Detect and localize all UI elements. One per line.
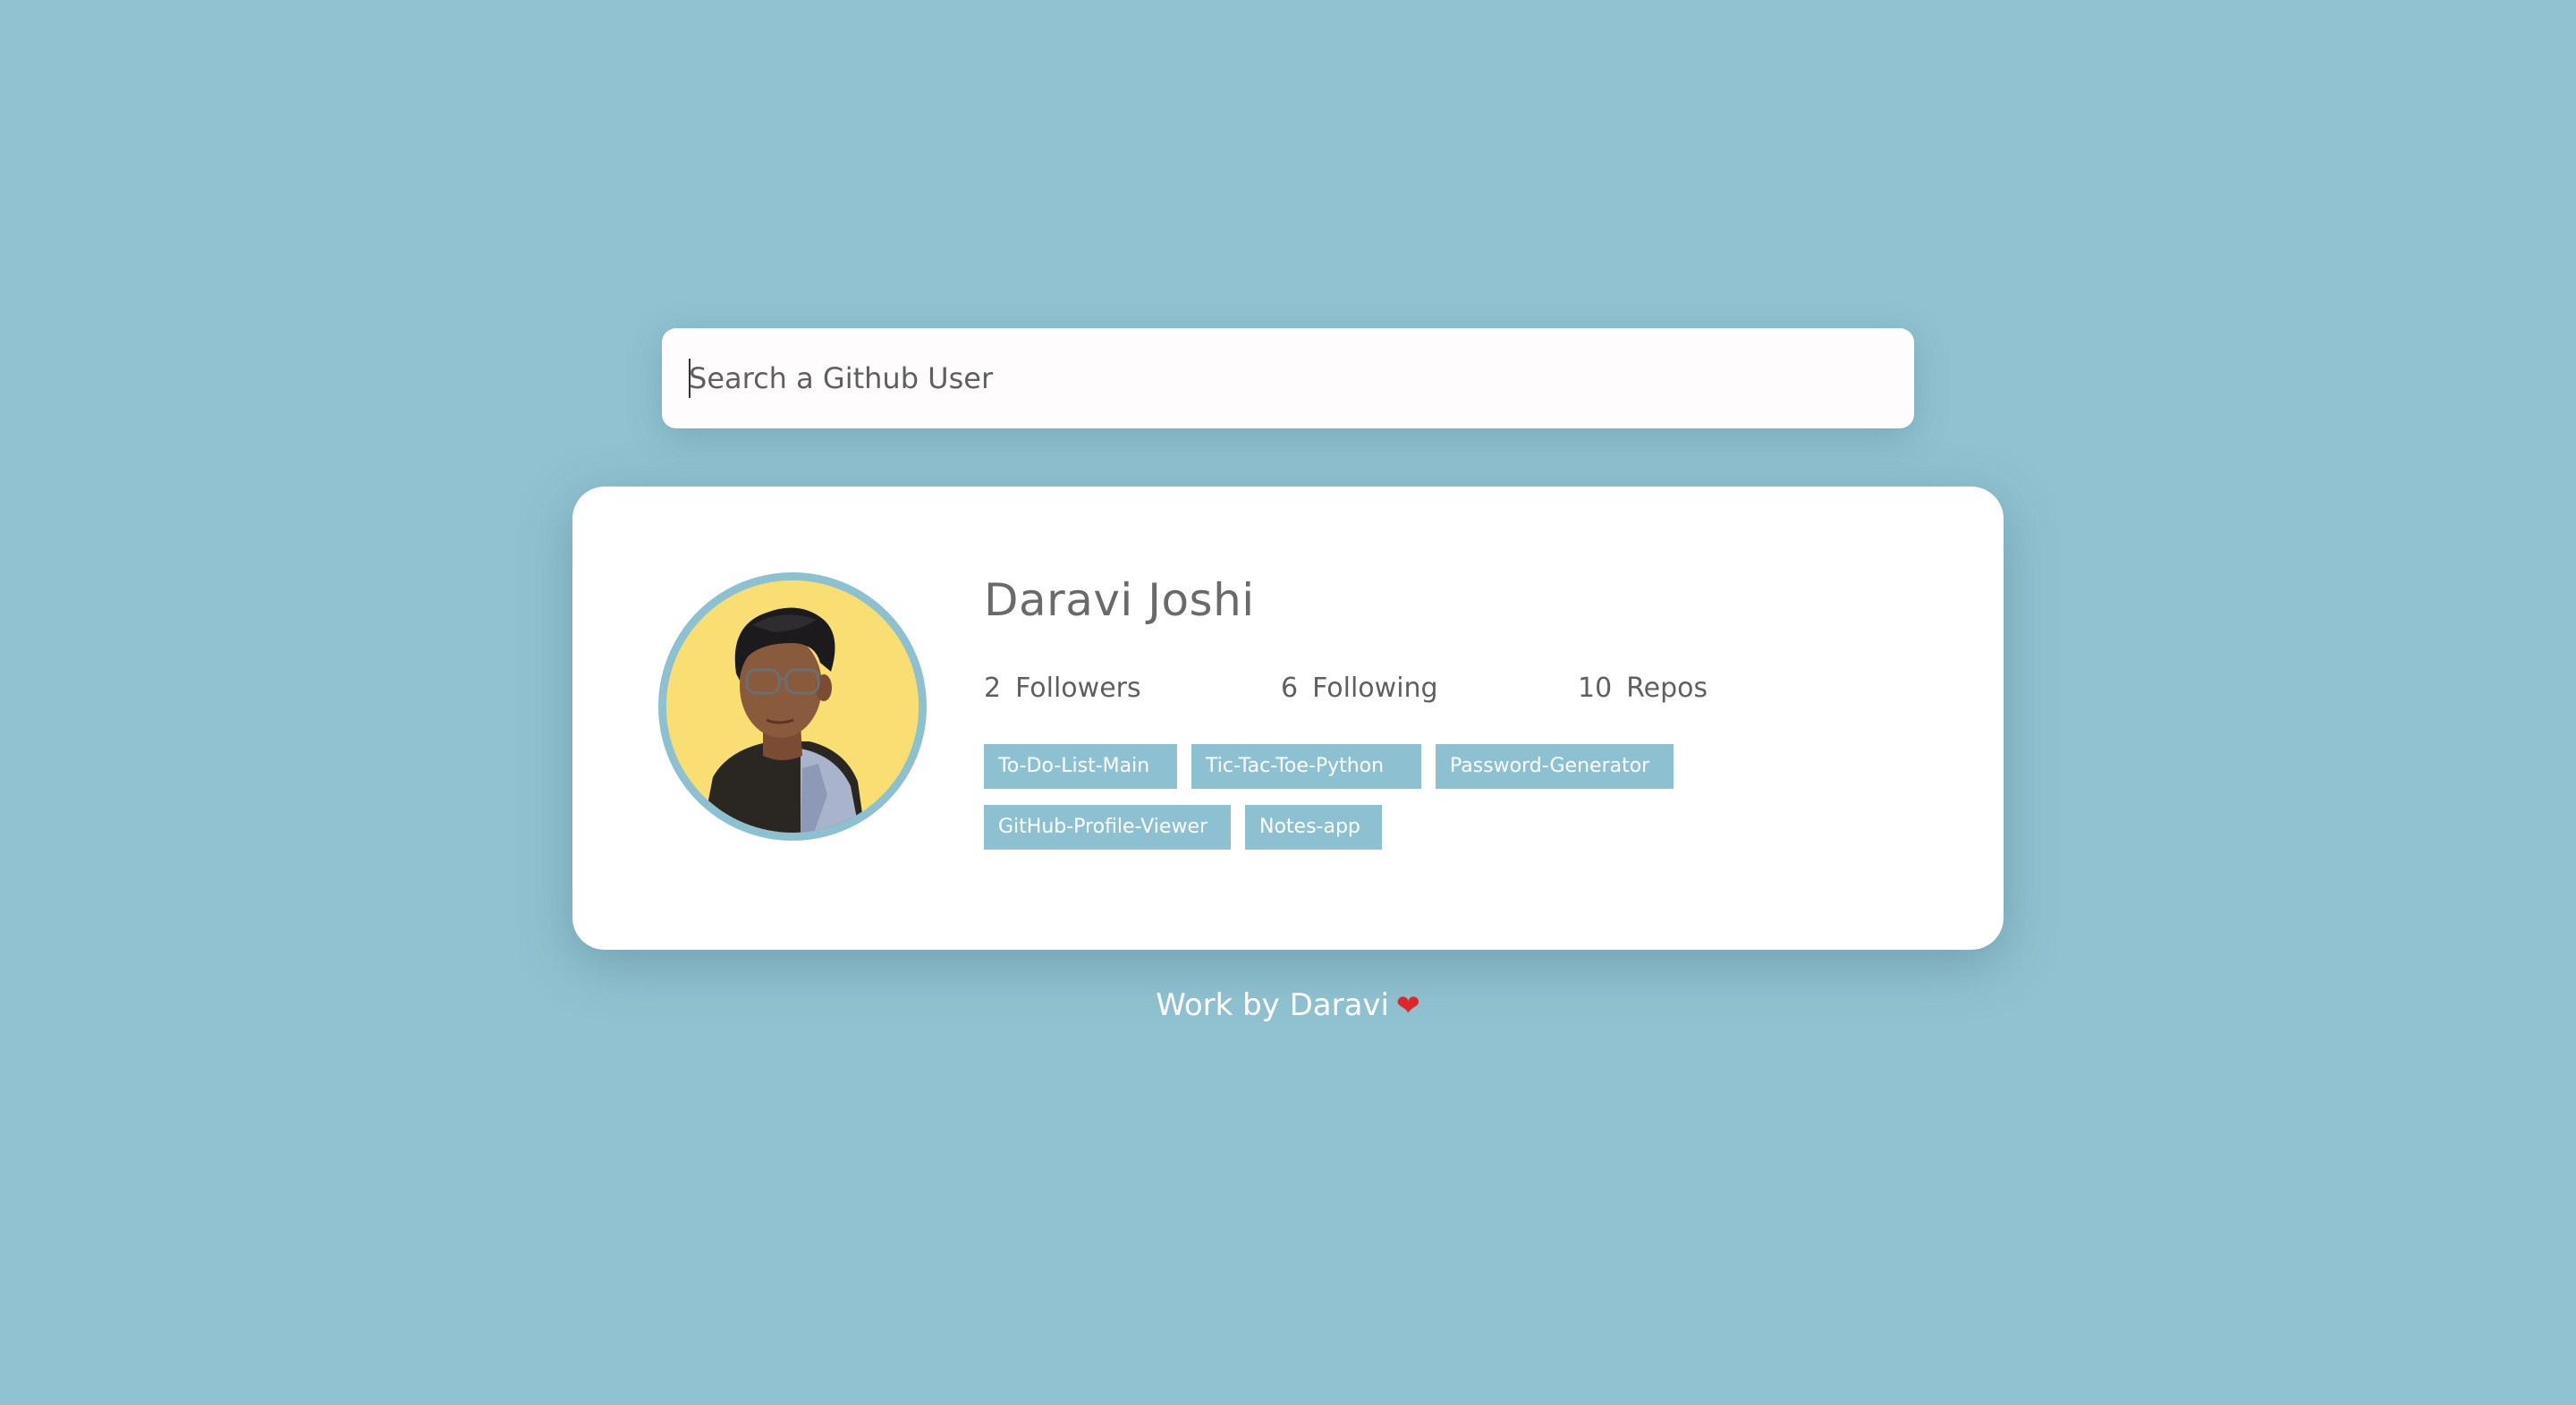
user-stats: 2 Followers 6 Following 10 Repos: [984, 673, 1789, 715]
repo-link[interactable]: Notes-app: [1245, 805, 1382, 850]
following-stat: 6 Following: [1281, 673, 1438, 704]
avatar: [658, 572, 927, 841]
search-form: [662, 328, 1914, 428]
followers-count: 2: [984, 673, 1002, 704]
text-cursor: [689, 359, 691, 398]
footer: Work by Daravi ❤: [0, 987, 2576, 1023]
repo-link[interactable]: Tic-Tac-Toe-Python: [1191, 744, 1421, 789]
repos-label: Repos: [1626, 673, 1708, 704]
avatar-image: [666, 580, 919, 833]
footer-text: Work by Daravi: [1156, 987, 1389, 1023]
following-label: Following: [1312, 673, 1438, 704]
repo-link[interactable]: GitHub-Profile-Viewer: [984, 805, 1231, 850]
heart-icon: ❤: [1396, 988, 1420, 1022]
following-count: 6: [1281, 673, 1299, 704]
followers-label: Followers: [1015, 673, 1141, 704]
repos-count: 10: [1578, 673, 1613, 704]
repo-link[interactable]: Password-Generator: [1436, 744, 1674, 789]
profile-card: Daravi Joshi 2 Followers 6 Following 10 Rep…: [572, 487, 2004, 950]
repo-link[interactable]: To-Do-List-Main: [984, 744, 1177, 789]
search-input[interactable]: [662, 328, 1914, 428]
user-name: Daravi Joshi: [984, 574, 1255, 626]
followers-stat: 2 Followers: [984, 673, 1141, 704]
repos-stat: 10 Repos: [1578, 673, 1707, 704]
